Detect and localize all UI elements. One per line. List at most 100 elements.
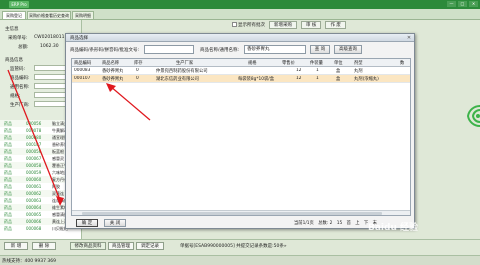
cell-unit: 盒: [336, 69, 341, 74]
cell-spec: 每袋装8g*10袋/盒: [238, 77, 275, 82]
cell-name: 板蓝根: [52, 149, 64, 154]
edit-product-button[interactable]: 修改商品资料: [70, 242, 106, 250]
advanced-search-button[interactable]: 高级查询: [334, 45, 362, 54]
horizontal-scrollbar[interactable]: [72, 210, 410, 215]
cell-code: 000056: [26, 121, 42, 126]
cell-pack: 1: [316, 68, 319, 73]
cell-name: 感冒灵: [52, 156, 64, 161]
cell-type: 药品: [4, 121, 12, 126]
show-all-batches-toggle[interactable]: 显示所有批次: [232, 21, 265, 28]
product-select-dialog: 商品选择 ✕ 商品编码/条形码/拼音码/批准文号: 商品名称/通用名称: 香砂养…: [65, 33, 415, 229]
cell-unit: 盒: [336, 77, 341, 82]
window-controls: — □ ✕: [447, 1, 478, 7]
prev-page-button[interactable]: 上: [355, 221, 359, 226]
cell-type: 药品: [4, 191, 12, 196]
search-row: 商品编码/条形码/拼音码/批准文号: 商品名称/通用名称: 香砂养胃丸 查 询 …: [66, 43, 414, 56]
minimize-button[interactable]: —: [447, 1, 456, 7]
adjust-record-button[interactable]: 调定记录: [136, 242, 164, 250]
title-bar: ERP Pro — □ ✕: [0, 0, 480, 9]
cell-code: 000056: [26, 149, 42, 154]
col-pack[interactable]: 件装量: [310, 60, 323, 66]
cell-maker: 仲景宛西制药股份有限公司: [156, 69, 208, 74]
void-button[interactable]: 作 废: [325, 20, 346, 29]
col-price[interactable]: 零售价: [282, 60, 295, 66]
tab-price-history[interactable]: 采购价格查看历史查询: [27, 11, 71, 19]
confirm-button[interactable]: 确 定: [76, 219, 98, 227]
col-form[interactable]: 剂型: [354, 60, 363, 66]
col-extra[interactable]: 数: [400, 60, 404, 66]
first-page-button[interactable]: 首: [347, 221, 351, 226]
field-label-supervision: 监管码:: [10, 67, 26, 72]
cell-type: 药品: [4, 170, 12, 175]
col-name[interactable]: 商品名称: [102, 60, 119, 66]
per-page-select[interactable]: 15: [337, 221, 342, 226]
code-search-input[interactable]: [144, 45, 194, 54]
grid-header: 商品编码 商品名称 库存 生产厂家 规格 零售价 件装量 单位 剂型 数: [72, 59, 410, 67]
dialog-footer: 确 定 关 闭 当前1/1页 总数: 2 15 首 上 下 末: [66, 217, 414, 229]
amount-label: 总额:: [18, 45, 29, 50]
name-search-input[interactable]: 香砂养胃丸: [244, 45, 306, 54]
maximize-button[interactable]: □: [458, 1, 467, 7]
dialog-close-icon[interactable]: ✕: [406, 35, 412, 41]
cell-code: 000065: [26, 212, 42, 217]
add-button[interactable]: 新 增: [4, 242, 28, 250]
col-stock[interactable]: 库存: [134, 60, 143, 66]
close-window-button[interactable]: ✕: [469, 1, 478, 7]
total-count: 总数: 2: [318, 221, 333, 226]
col-code[interactable]: 商品编码: [74, 60, 91, 66]
right-panel: [414, 20, 480, 239]
cell-type: 药品: [4, 219, 12, 224]
cell-code: 000080: [26, 135, 42, 140]
delete-button[interactable]: 删 除: [32, 242, 56, 250]
cell-type: 药品: [4, 212, 12, 217]
cell-code: 000107: [74, 76, 91, 81]
cell-pack: 1: [316, 76, 319, 81]
cell-name: 香砂养胃丸: [102, 69, 124, 74]
cell-type: 药品: [4, 149, 12, 154]
cell-form: 丸剂(浓缩丸): [354, 77, 379, 82]
code-search-label: 商品编码/条形码/拼音码/批准文号:: [70, 48, 140, 53]
cell-maker: 湖北东信药业有限公司: [156, 77, 199, 82]
approve-button[interactable]: 审 核: [301, 20, 322, 29]
page-info: 当前1/1页: [294, 221, 314, 226]
new-purchase-button[interactable]: 新增采购: [269, 20, 297, 29]
cell-stock: 0: [136, 76, 139, 81]
name-search-label: 商品名称/通用名称:: [200, 48, 240, 53]
cell-type: 药品: [4, 177, 12, 182]
table-row-selected[interactable]: 000107 香砂养胃丸 0 湖北东信药业有限公司 每袋装8g*10袋/盒 12…: [72, 75, 410, 83]
scrollbar-thumb[interactable]: [82, 212, 382, 215]
cell-code: 000063: [26, 198, 42, 203]
cell-code: 000107: [26, 142, 42, 147]
search-button[interactable]: 查 询: [310, 45, 330, 54]
order-no-value: CW02018011: [34, 35, 65, 40]
col-unit[interactable]: 单位: [334, 60, 343, 66]
tab-bar: 采购登记 采购价格查看历史查询 采购明细: [0, 9, 480, 20]
cell-type: 药品: [4, 226, 12, 231]
cell-code: 000058: [26, 163, 42, 168]
cell-type: 药品: [4, 184, 12, 189]
cell-code: 000067: [26, 156, 42, 161]
field-label-maker: 生产厂商:: [10, 103, 30, 108]
tab-purchase-entry[interactable]: 采购登记: [2, 11, 26, 19]
cell-code: 000083: [74, 68, 91, 73]
wifi-icon: [466, 104, 480, 128]
cell-code: 000078: [26, 128, 42, 133]
col-maker[interactable]: 生产厂家: [176, 60, 193, 66]
cell-name: 阿胶: [52, 184, 60, 189]
col-spec[interactable]: 规格: [248, 60, 257, 66]
show-all-batches-label: 显示所有批次: [238, 22, 265, 28]
watermark: Baidu 经验: [368, 223, 419, 233]
field-label-name: 通用名称:: [10, 85, 30, 90]
close-button[interactable]: 关 闭: [104, 219, 126, 227]
order-no-label: 采购单号:: [8, 36, 28, 41]
table-row[interactable]: 000083 香砂养胃丸 0 仲景宛西制药股份有限公司 12 1 盒 丸剂: [72, 67, 410, 75]
product-manage-button[interactable]: 商品管理: [108, 242, 134, 250]
checkbox-icon: [232, 21, 237, 27]
cell-form: 丸剂: [354, 69, 363, 74]
cell-type: 药品: [4, 128, 12, 133]
cell-code: 000064: [26, 205, 42, 210]
cell-type: 药品: [4, 198, 12, 203]
status-bar: 热线支持：400 9937 369: [0, 255, 480, 265]
tab-purchase-detail[interactable]: 采购明细: [72, 11, 94, 19]
bottom-toolbar: 新 增 删 除 修改商品资料 商品管理 调定记录 单据号[ESAB9900000…: [0, 239, 480, 255]
